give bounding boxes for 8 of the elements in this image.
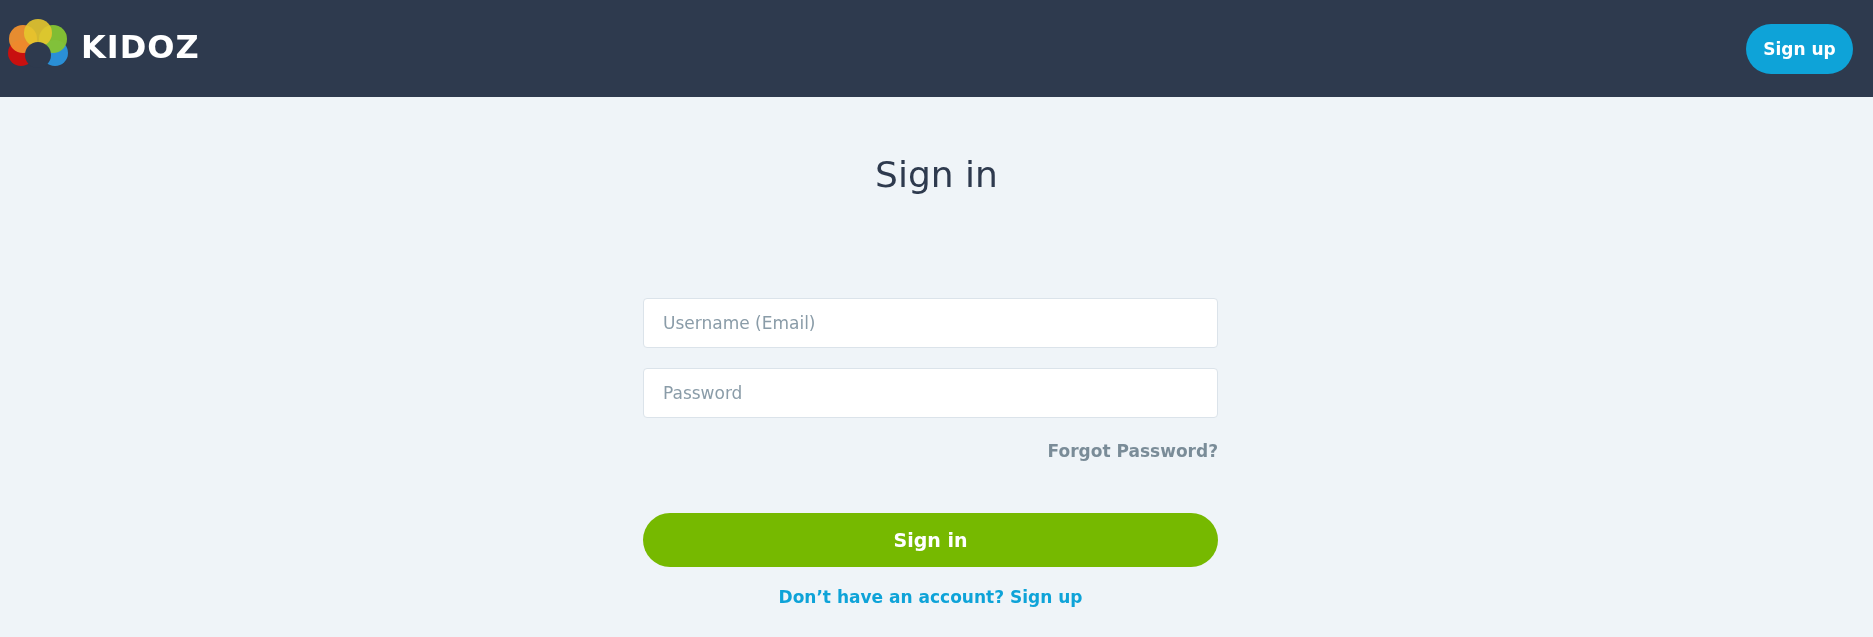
page-title: Sign in — [875, 153, 998, 197]
sign-up-link[interactable]: Don’t have an account? Sign up — [778, 586, 1083, 608]
password-field[interactable]: Password — [643, 368, 1218, 418]
sign-up-button[interactable]: Sign up — [1746, 23, 1853, 74]
sign-in-button[interactable]: Sign in — [643, 513, 1218, 567]
logo-text[interactable]: KIDOZ — [81, 27, 200, 66]
username-field[interactable]: Username (Email) — [643, 298, 1218, 348]
forgot-password-link[interactable]: Forgot Password? — [1047, 440, 1218, 462]
